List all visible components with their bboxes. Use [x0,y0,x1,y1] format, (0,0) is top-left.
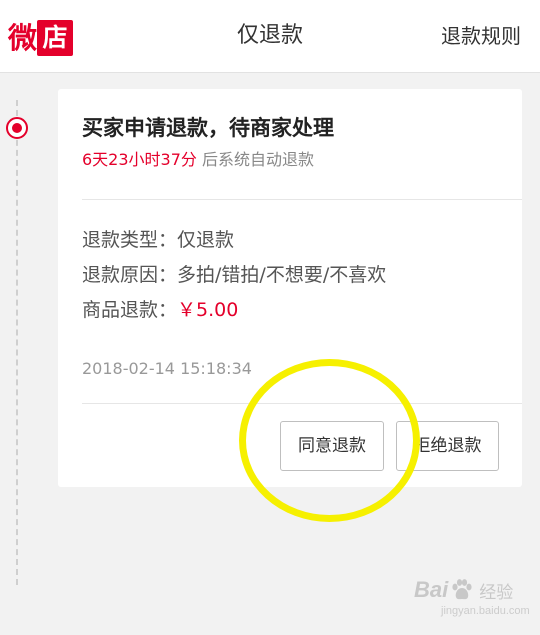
countdown-line: 6天23小时37分 后系统自动退款 [82,148,314,172]
refund-type-label: 退款类型： [82,229,178,251]
timeline-line [16,100,18,585]
logo-dian-badge: 店 [37,20,74,56]
agree-refund-button[interactable]: 同意退款 [280,421,384,471]
reject-refund-button[interactable]: 拒绝退款 [396,421,499,471]
refund-type-value: 仅退款 [177,229,235,251]
request-timestamp: 2018-02-14 15:18:34 [82,359,252,378]
paw-icon [449,577,475,603]
baidu-jingyan-watermark: Bai 经验 [414,577,513,603]
countdown-suffix: 后系统自动退款 [202,150,315,169]
refund-amount-row: 商品退款：￥5.00 [82,296,238,324]
refund-amount-value: ￥5.00 [177,299,239,321]
refund-card: 买家申请退款，待商家处理 6天23小时37分 后系统自动退款 退款类型：仅退款 … [58,89,522,487]
watermark-brand-suffix: 经验 [479,582,514,603]
refund-reason-label: 退款原因： [82,264,178,286]
watermark-url: jingyan.baidu.com [441,605,530,617]
divider [82,199,522,200]
watermark-brand-prefix: Bai [414,577,449,602]
refund-amount-label: 商品退款： [82,299,178,321]
refund-status-title: 买家申请退款，待商家处理 [82,116,334,140]
refund-reason-value: 多拍/错拍/不想要/不喜欢 [177,264,387,286]
top-bar: 微 店 仅退款 退款规则 [0,0,540,73]
radio-dot-icon [6,117,28,139]
page-title: 仅退款 [236,23,303,48]
countdown-timer: 6天23小时37分 [82,150,197,169]
divider [82,403,522,404]
refund-type-row: 退款类型：仅退款 [82,226,234,254]
refund-rules-link[interactable]: 退款规则 [441,18,521,54]
weidian-logo[interactable]: 微 店 [8,20,74,56]
logo-wei-text: 微 [8,21,37,55]
refund-reason-row: 退款原因：多拍/错拍/不想要/不喜欢 [82,261,386,289]
